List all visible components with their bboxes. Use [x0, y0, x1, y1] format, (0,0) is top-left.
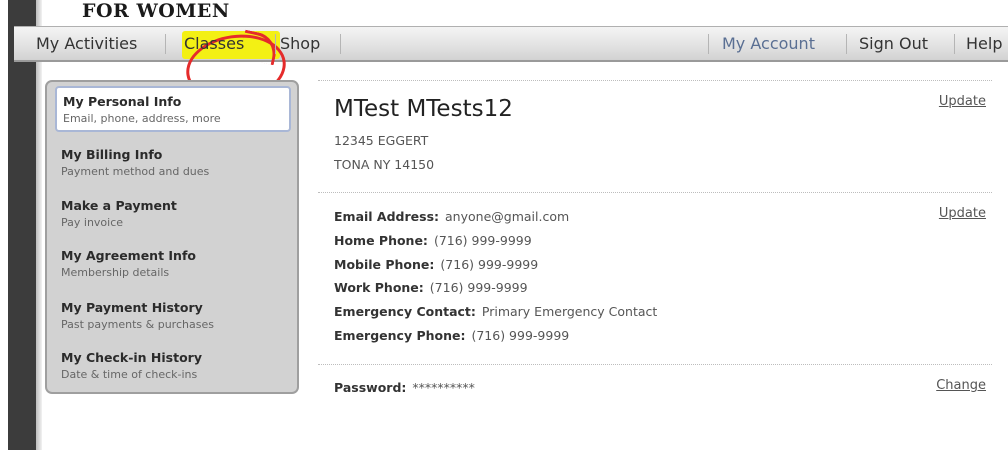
nav-classes[interactable]: Classes	[184, 27, 244, 61]
window-left-shadow	[36, 0, 42, 450]
nav-shop[interactable]: Shop	[280, 27, 320, 61]
nav-my-activities[interactable]: My Activities	[36, 27, 137, 61]
update-contact-link[interactable]: Update	[939, 206, 986, 221]
sidebar-item-title: My Agreement Info	[61, 248, 196, 263]
personal-info-panel: MTest MTests12 Update 12345 EGGERT TONA …	[318, 80, 994, 410]
nav-divider	[708, 34, 709, 54]
sidebar-item-subtitle: Date & time of check-ins	[61, 368, 198, 381]
sidebar-item-title: My Check-in History	[61, 350, 202, 365]
mobile-phone-value: (716) 999-9999	[440, 257, 539, 272]
email-row: Email Address: anyone@gmail.com	[334, 209, 569, 224]
emergency-contact-value: Primary Emergency Contact	[481, 304, 658, 319]
brand-logo-text: FOR WOMEN	[82, 0, 230, 22]
emergency-phone-label: Emergency Phone:	[334, 328, 466, 343]
sidebar-item-subtitle: Past payments & purchases	[61, 318, 214, 331]
emergency-contact-label: Emergency Contact:	[334, 304, 476, 319]
work-phone-value: (716) 999-9999	[429, 280, 528, 295]
emergency-contact-row: Emergency Contact: Primary Emergency Cont…	[334, 304, 657, 319]
sidebar-item-agreement-info[interactable]: My Agreement Info Membership details	[55, 242, 291, 288]
mobile-phone-label: Mobile Phone:	[334, 257, 435, 272]
sidebar-item-subtitle: Pay invoice	[61, 216, 124, 229]
email-value: anyone@gmail.com	[445, 209, 570, 224]
nav-help[interactable]: Help	[966, 27, 1002, 61]
nav-divider	[275, 34, 276, 54]
account-sidebar: My Personal Info Email, phone, address, …	[45, 80, 299, 394]
emergency-phone-row: Emergency Phone: (716) 999-9999	[334, 328, 569, 343]
password-row: Password: **********	[334, 380, 475, 395]
top-navigation-bar: My Activities Classes Shop My Account Si…	[14, 26, 1008, 108]
work-phone-label: Work Phone:	[334, 280, 424, 295]
email-label: Email Address:	[334, 209, 440, 224]
address-line-2: TONA NY 14150	[334, 157, 435, 172]
change-password-link[interactable]: Change	[936, 378, 986, 393]
address-line-1: 12345 EGGERT	[334, 133, 429, 148]
sidebar-item-title: Make a Payment	[61, 198, 177, 213]
section-divider	[318, 192, 992, 193]
sidebar-item-subtitle: Email, phone, address, more	[63, 112, 221, 125]
sidebar-item-personal-info[interactable]: My Personal Info Email, phone, address, …	[55, 86, 291, 132]
sidebar-item-payment-history[interactable]: My Payment History Past payments & purch…	[55, 294, 291, 340]
member-name: MTest MTests12	[334, 96, 513, 122]
home-phone-label: Home Phone:	[334, 233, 428, 248]
nav-sign-out[interactable]: Sign Out	[859, 27, 928, 61]
nav-divider	[954, 34, 955, 54]
nav-divider	[846, 34, 847, 54]
sidebar-item-billing-info[interactable]: My Billing Info Payment method and dues	[55, 141, 291, 187]
home-phone-row: Home Phone: (716) 999-9999	[334, 233, 532, 248]
mobile-phone-row: Mobile Phone: (716) 999-9999	[334, 257, 538, 272]
window-left-edge	[8, 0, 36, 450]
nav-my-account[interactable]: My Account	[722, 27, 815, 61]
emergency-phone-value: (716) 999-9999	[471, 328, 570, 343]
sidebar-item-subtitle: Payment method and dues	[61, 165, 210, 178]
sidebar-item-make-payment[interactable]: Make a Payment Pay invoice	[55, 192, 291, 238]
sidebar-item-subtitle: Membership details	[61, 266, 170, 279]
sidebar-item-title: My Payment History	[61, 300, 203, 315]
update-address-link[interactable]: Update	[939, 94, 986, 109]
nav-divider	[165, 34, 166, 54]
section-divider	[318, 80, 992, 81]
sidebar-item-checkin-history[interactable]: My Check-in History Date & time of check…	[55, 344, 291, 390]
sidebar-item-title: My Billing Info	[61, 147, 163, 162]
password-label: Password:	[334, 380, 407, 395]
sidebar-item-title: My Personal Info	[63, 94, 182, 109]
nav-divider	[340, 34, 341, 54]
home-phone-value: (716) 999-9999	[433, 233, 532, 248]
work-phone-row: Work Phone: (716) 999-9999	[334, 280, 528, 295]
password-value: **********	[412, 380, 475, 395]
section-divider	[318, 364, 992, 365]
